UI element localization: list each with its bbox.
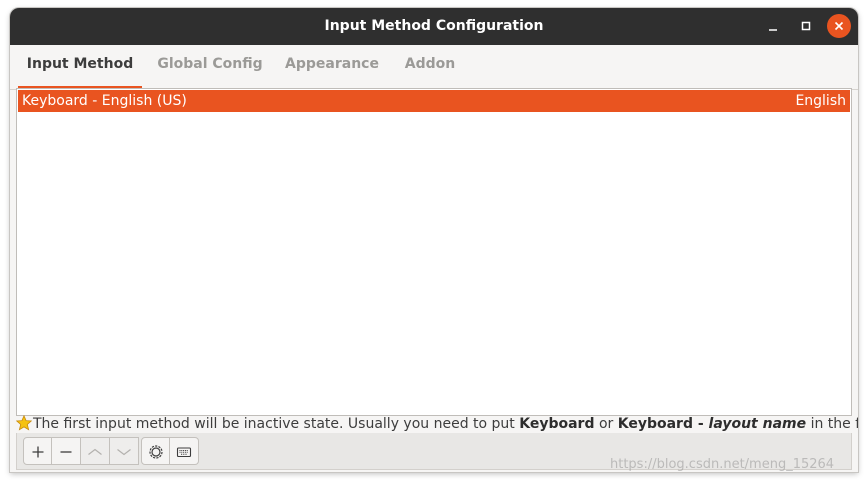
- tab-bar: Input Method Global Config Appearance Ad…: [10, 45, 858, 90]
- maximize-icon: [801, 21, 811, 31]
- input-method-language: English: [795, 93, 846, 109]
- title-bar[interactable]: Input Method Configuration: [10, 8, 858, 45]
- move-down-button[interactable]: [110, 437, 139, 465]
- keyboard-layout-button[interactable]: [170, 437, 199, 465]
- move-up-icon: [88, 448, 102, 455]
- add-icon: [32, 446, 44, 458]
- tab-input-method[interactable]: Input Method: [18, 45, 142, 89]
- close-button[interactable]: [827, 14, 851, 38]
- hint-suffix: in the first place.: [810, 416, 858, 432]
- hint-layout-name: layout name: [708, 416, 807, 432]
- input-method-config-window: Input Method Configuration Input Method …: [10, 8, 858, 472]
- hint-prefix: The first input method will be inactive …: [33, 416, 520, 432]
- remove-button[interactable]: [52, 437, 81, 465]
- configure-button[interactable]: [141, 437, 170, 465]
- maximize-button[interactable]: [794, 14, 818, 38]
- star-icon: [16, 415, 32, 431]
- configure-icon: [149, 445, 163, 459]
- input-method-name: Keyboard - English (US): [22, 93, 187, 109]
- input-method-list[interactable]: Keyboard - English (US) English: [16, 88, 852, 416]
- minimize-icon: [769, 29, 777, 31]
- hint-text: The first input method will be inactive …: [16, 415, 858, 433]
- tab-addon[interactable]: Addon: [394, 45, 466, 89]
- move-up-button[interactable]: [81, 437, 110, 465]
- window-title: Input Method Configuration: [324, 18, 544, 34]
- watermark-text: https://blog.csdn.net/meng_15264: [610, 457, 835, 472]
- add-button[interactable]: [23, 437, 52, 465]
- minimize-button[interactable]: [761, 14, 785, 38]
- move-down-icon: [117, 449, 131, 456]
- keyboard-layout-icon: [176, 447, 192, 458]
- list-item[interactable]: Keyboard - English (US) English: [18, 90, 850, 112]
- hint-mid: or: [594, 416, 618, 432]
- remove-icon: [60, 451, 72, 453]
- tab-global-config[interactable]: Global Config: [150, 45, 270, 89]
- hint-keyword-1: Keyboard: [519, 416, 595, 432]
- hint-keyword-2: Keyboard -: [617, 416, 709, 432]
- tab-appearance[interactable]: Appearance: [278, 45, 386, 89]
- close-icon: [834, 21, 844, 31]
